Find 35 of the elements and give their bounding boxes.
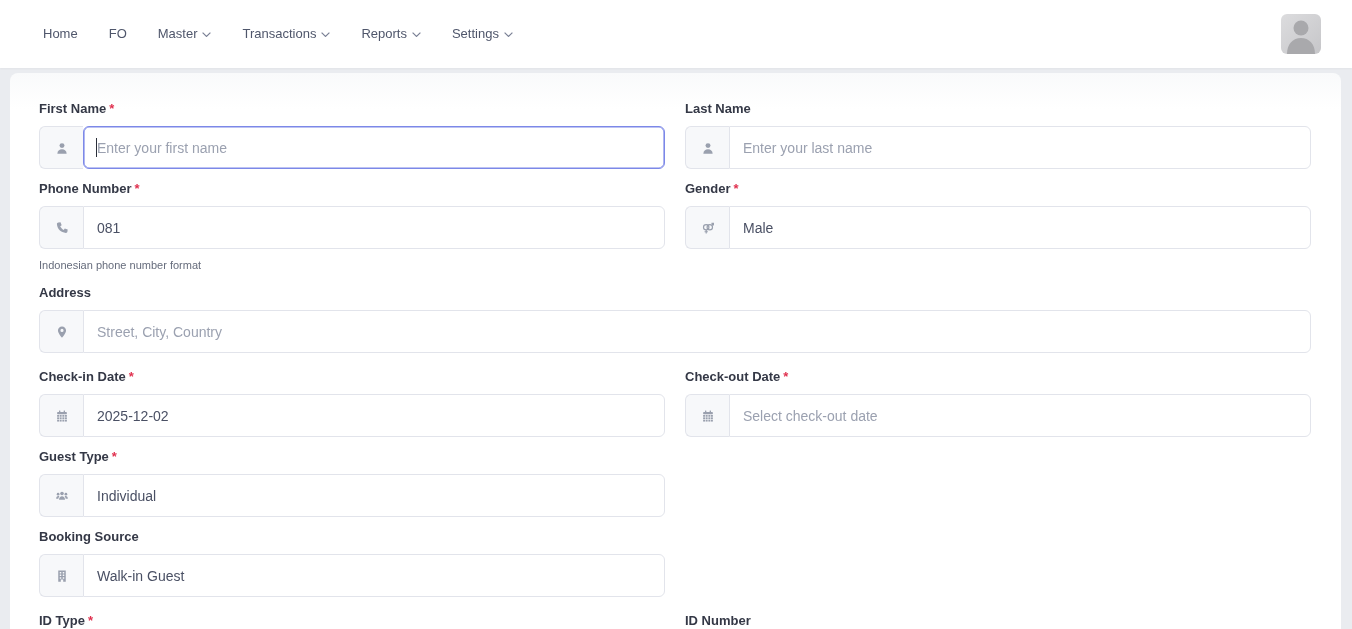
field-label: Booking Source [39,529,139,545]
avatar-icon[interactable] [1281,14,1321,54]
nav-link[interactable]: Home [43,25,78,43]
building-icon [55,569,68,582]
input-field[interactable]: 2025-12-02 [83,394,665,437]
calendar-icon [55,409,68,422]
field-label: Address [39,285,92,301]
field-label: ID Number [685,613,751,629]
input-field[interactable]: 081 [83,206,665,249]
field-label: Guest Type * [39,449,117,465]
nav-link[interactable]: Master [157,25,212,43]
phone-icon [55,221,68,234]
field-label: Gender * [685,181,739,197]
map-pin-icon [55,325,68,338]
input-field[interactable]: Male [729,206,1311,249]
field-label: ID Type * [39,613,94,629]
field-label: Check-out Date * [685,369,789,385]
calendar-icon [701,409,714,422]
nav-link[interactable]: Transactions [242,25,331,43]
input-field[interactable]: Walk-in Guest [83,554,665,597]
gender-icon [701,221,714,234]
text-cursor [96,138,97,157]
people-group-icon [55,489,68,502]
nav-link[interactable]: Reports [361,25,421,43]
field-label: Last Name [685,101,751,117]
field-label: First Name * [39,101,115,117]
field-label: Check-in Date * [39,369,134,385]
nav-link[interactable]: Settings [451,25,513,43]
input-field[interactable]: Individual [83,474,665,517]
nav-link[interactable]: FO [108,25,127,43]
person-icon [55,141,68,154]
input-field[interactable]: Enter your first name [83,126,665,169]
help-text: Indonesian phone number format [39,258,202,273]
person-icon [701,141,714,154]
field-label: Phone Number * [39,181,140,197]
